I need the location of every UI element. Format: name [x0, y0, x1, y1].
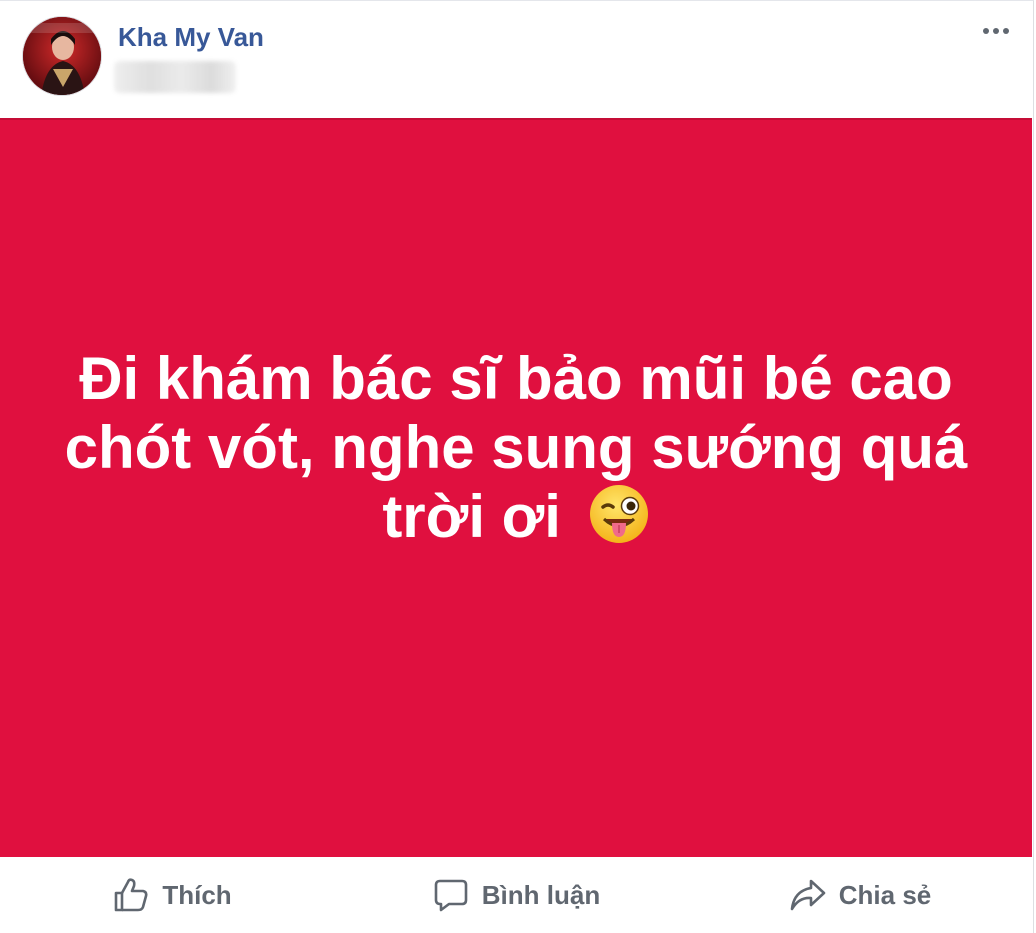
- share-arrow-icon: [789, 876, 827, 914]
- status-text: Đi khám bác sĩ bảo mũi bé cao chót vót, …: [64, 345, 968, 550]
- status-text-wrap: Đi khám bác sĩ bảo mũi bé cao chót vót, …: [36, 344, 996, 551]
- winking-face-with-tongue-icon: [588, 483, 650, 545]
- share-label: Chia sẻ: [838, 879, 932, 910]
- comment-label: Bình luận: [481, 879, 601, 910]
- post-action-bar: Thích Bình luận Chia sẻ: [0, 857, 1032, 933]
- status-background-banner: Đi khám bác sĩ bảo mũi bé cao chót vót, …: [0, 118, 1032, 857]
- thumbs-up-icon: [112, 876, 150, 914]
- author-name-link[interactable]: Kha My Van: [118, 22, 264, 53]
- more-options-button[interactable]: [978, 19, 1014, 43]
- post-timestamp-blurred: [114, 61, 236, 93]
- author-avatar[interactable]: [22, 16, 102, 96]
- post-card: Kha My Van Đi khám bác sĩ bảo mũi bé cao…: [0, 0, 1034, 933]
- like-label: Thích: [162, 879, 232, 910]
- comment-bubble-icon: [432, 876, 470, 914]
- ellipsis-icon: [983, 28, 989, 34]
- share-button[interactable]: Chia sẻ: [688, 857, 1032, 933]
- like-button[interactable]: Thích: [0, 857, 344, 933]
- comment-button[interactable]: Bình luận: [344, 857, 688, 933]
